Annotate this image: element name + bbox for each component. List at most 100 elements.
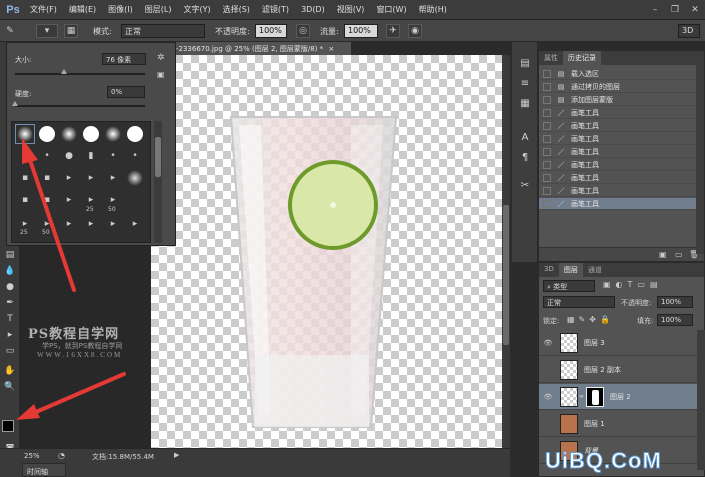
layer-filter-select[interactable]: ⌕ 类型: [543, 280, 595, 292]
history-item[interactable]: ／ 画笔工具: [539, 159, 697, 171]
history-source-checkbox[interactable]: [543, 121, 551, 130]
brush-preset-small-5[interactable]: •: [103, 146, 123, 166]
brush-preset-small-13[interactable]: ▪: [37, 190, 57, 210]
history-source-checkbox[interactable]: [543, 160, 551, 169]
layer-mask-thumbnail[interactable]: [586, 386, 604, 407]
history-item[interactable]: ／ 画笔工具: [539, 146, 697, 158]
canvas-scroll-thumb[interactable]: [503, 205, 509, 345]
brush-preset-small-1[interactable]: •: [15, 146, 35, 166]
visibility-eye-icon[interactable]: 👁: [542, 393, 554, 401]
tab-properties[interactable]: 属性: [539, 51, 563, 65]
minimize-icon[interactable]: –: [645, 0, 665, 20]
brush-grid-scrollbar[interactable]: [154, 121, 162, 243]
foreground-color-swatch[interactable]: [2, 420, 14, 432]
info-icon[interactable]: ◔: [58, 451, 65, 460]
tab-channels[interactable]: 通道: [583, 263, 607, 277]
new-snapshot-icon[interactable]: ▣: [659, 250, 667, 259]
gradient-tool-icon[interactable]: ▤: [2, 248, 18, 262]
history-item[interactable]: ／ 画笔工具: [539, 107, 697, 119]
new-preset-icon[interactable]: ▣: [157, 70, 165, 79]
brush-preset-hard-2[interactable]: [81, 124, 101, 144]
tab-layers[interactable]: 图层: [558, 263, 583, 277]
brush-preset-hard-3[interactable]: [125, 124, 145, 144]
airbrush-icon[interactable]: ✈: [386, 24, 400, 38]
size-slider-knob[interactable]: [61, 69, 68, 74]
menu-edit[interactable]: 编辑(E): [63, 4, 102, 15]
menu-view[interactable]: 视图(V): [331, 4, 371, 15]
blend-mode-select[interactable]: 正常: [543, 296, 615, 308]
history-source-checkbox[interactable]: [543, 186, 551, 195]
brush-preset-soft[interactable]: [59, 124, 79, 144]
menu-help[interactable]: 帮助(H): [413, 4, 453, 15]
history-panel-icon[interactable]: ▤: [517, 56, 533, 70]
history-item[interactable]: ▤ 通过拷贝的图层: [539, 81, 697, 93]
brush-preset-small-4[interactable]: ▮: [81, 146, 101, 166]
pressure-size-icon[interactable]: ◉: [408, 24, 422, 38]
brush-preset-small-8[interactable]: ▪: [37, 168, 57, 188]
canvas-transparent[interactable]: [151, 55, 502, 448]
layers-scrollbar[interactable]: [697, 330, 705, 470]
hardness-slider-knob[interactable]: [12, 101, 18, 106]
brush-preset-hard[interactable]: [37, 124, 57, 144]
history-item[interactable]: ／ 画笔工具: [539, 185, 697, 197]
pen-tool-icon[interactable]: ✒: [2, 296, 18, 310]
brush-preset-small-7[interactable]: ▪: [15, 168, 35, 188]
history-item[interactable]: ▤ 添加图层蒙版: [539, 94, 697, 106]
history-item[interactable]: ／ 画笔工具: [539, 120, 697, 132]
menu-3d[interactable]: 3D(D): [295, 5, 331, 14]
chain-link-icon[interactable]: ∞: [579, 393, 584, 400]
menu-file[interactable]: 文件(F): [24, 4, 63, 15]
zoom-level[interactable]: 25%: [24, 452, 40, 460]
menu-layer[interactable]: 图层(L): [139, 4, 178, 15]
brush-panel-icon[interactable]: ▦: [517, 96, 533, 110]
zoom-tool-icon[interactable]: 🔍: [2, 380, 18, 394]
menu-type[interactable]: 文字(Y): [177, 4, 216, 15]
status-menu-arrow-icon[interactable]: ▶: [174, 451, 179, 459]
history-item[interactable]: ▤ 载入选区: [539, 68, 697, 80]
history-source-checkbox[interactable]: [543, 173, 551, 182]
properties-panel-icon[interactable]: ≡: [517, 76, 533, 90]
path-selection-tool-icon[interactable]: ▸: [2, 328, 18, 342]
hardness-slider-track[interactable]: [15, 105, 145, 107]
gear-icon[interactable]: ✲: [157, 53, 165, 63]
brush-panel-toggle-icon[interactable]: ▦: [64, 24, 78, 38]
character-panel-icon[interactable]: A: [517, 130, 533, 144]
brush-preset-small-3[interactable]: ●: [59, 146, 79, 166]
visibility-toggle-empty[interactable]: [542, 366, 554, 374]
close-icon[interactable]: ✕: [685, 0, 705, 20]
new-document-icon[interactable]: ▭: [675, 250, 683, 259]
workspace-3d-button[interactable]: 3D: [678, 24, 700, 38]
type-tool-icon[interactable]: T: [2, 312, 18, 326]
menu-select[interactable]: 选择(S): [217, 4, 256, 15]
history-item[interactable]: ／ 画笔工具: [539, 133, 697, 145]
history-source-checkbox[interactable]: [543, 147, 551, 156]
dodge-tool-icon[interactable]: ●: [2, 280, 18, 294]
brush-preset-small-21[interactable]: ▸: [103, 214, 123, 234]
layer-row[interactable]: 👁 图层 3: [539, 330, 697, 356]
history-source-checkbox[interactable]: [543, 134, 551, 143]
brush-preset-small-22[interactable]: ▸: [125, 214, 145, 234]
visibility-toggle-empty[interactable]: [542, 420, 554, 428]
tab-3d[interactable]: 3D: [539, 263, 559, 277]
size-input[interactable]: 76 像素: [102, 53, 146, 65]
lock-icons[interactable]: ▦✎✥🔒: [567, 315, 614, 324]
brush-preset-small-2[interactable]: •: [37, 146, 57, 166]
history-item[interactable]: ／ 画笔工具: [539, 172, 697, 184]
menu-filter[interactable]: 滤镜(T): [256, 4, 295, 15]
document-close-icon[interactable]: ×: [328, 45, 334, 53]
brush-preset-small-12[interactable]: ▪: [15, 190, 35, 210]
tools-preset-icon[interactable]: ✂: [517, 178, 533, 192]
restore-icon[interactable]: ❐: [665, 0, 685, 20]
history-source-checkbox[interactable]: [543, 199, 551, 208]
hand-tool-icon[interactable]: ✋: [2, 364, 18, 378]
brush-preset-fuzzy[interactable]: [125, 168, 145, 188]
layer-opacity-input[interactable]: 100%: [657, 296, 693, 308]
brush-preset-small-10[interactable]: ▸: [81, 168, 101, 188]
brush-preset-small-20[interactable]: ▸: [81, 214, 101, 234]
menu-image[interactable]: 图像(I): [102, 4, 139, 15]
blur-tool-icon[interactable]: 💧: [2, 264, 18, 278]
brush-preset-small-19[interactable]: ▸: [59, 214, 79, 234]
history-source-checkbox[interactable]: [543, 82, 551, 91]
flow-input[interactable]: 100%: [344, 24, 378, 38]
history-scrollbar[interactable]: [696, 64, 704, 254]
